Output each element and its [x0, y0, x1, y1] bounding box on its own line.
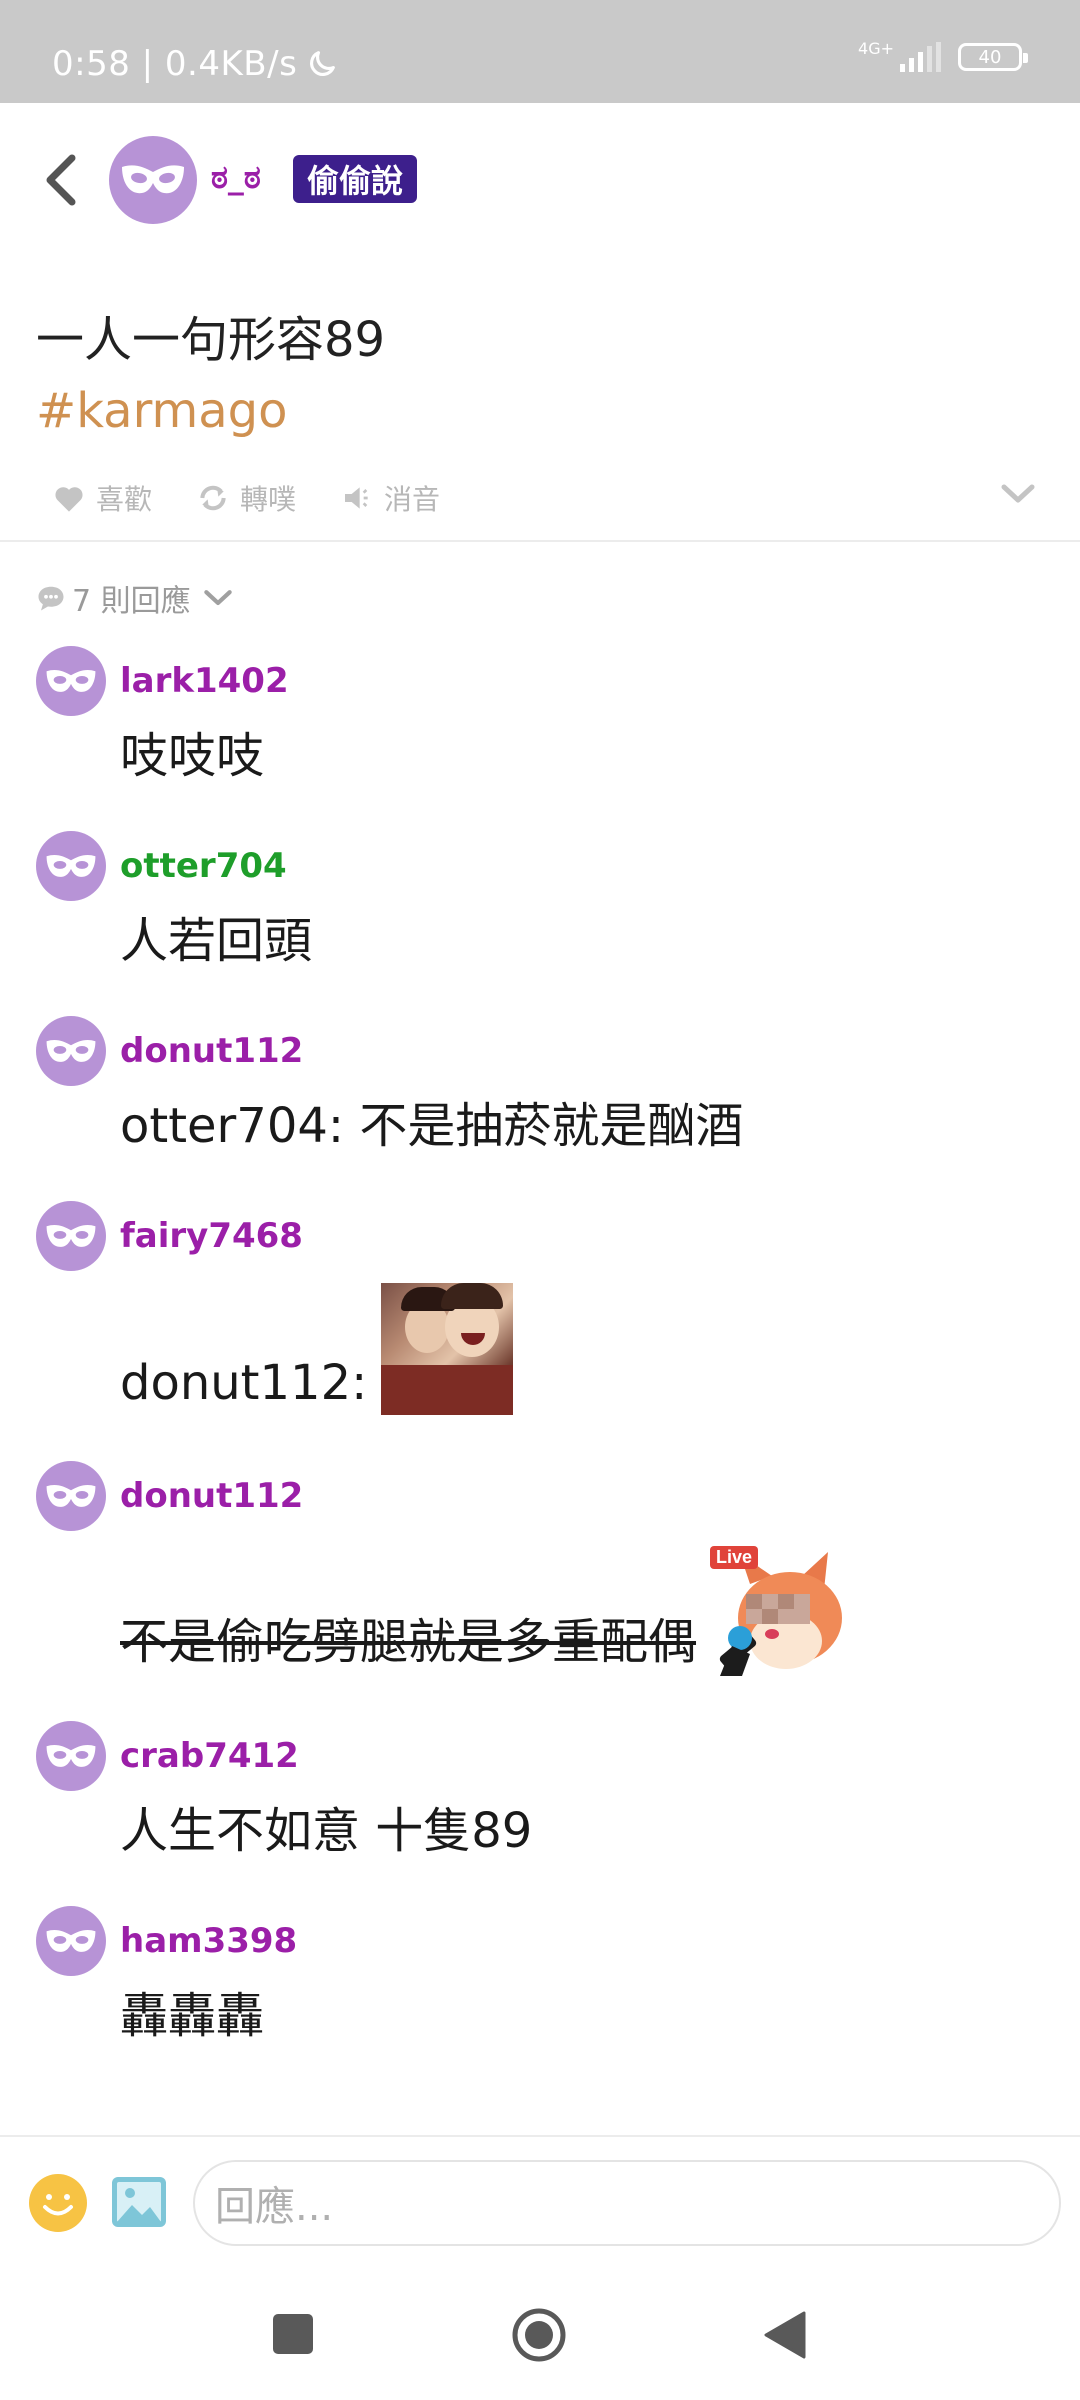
back-icon	[46, 154, 76, 206]
commenter-avatar[interactable]	[36, 1461, 106, 1531]
repeat-icon	[200, 485, 226, 511]
mask-icon	[46, 1039, 96, 1062]
replies-toggle[interactable]: 7 則回應	[36, 576, 239, 620]
battery-level: 40	[978, 46, 1002, 68]
mute-button[interactable]: 消音	[340, 478, 440, 518]
author-avatar[interactable]	[109, 136, 197, 224]
moon-icon	[310, 51, 336, 76]
chevron-down-icon	[1001, 484, 1035, 503]
recents-button[interactable]	[273, 2314, 313, 2354]
live-badge: Live	[710, 1546, 759, 1569]
author-name[interactable]: ಠ_ಠ	[211, 158, 261, 197]
commenter-avatar[interactable]	[36, 1721, 106, 1791]
mask-icon	[46, 1929, 96, 1952]
post-divider	[0, 540, 1080, 542]
comment-text-content: 人若回頭	[120, 913, 313, 969]
home-button[interactable]	[511, 2307, 567, 2367]
heart-icon	[55, 487, 83, 512]
commenter-name[interactable]: ham3398	[120, 1921, 297, 1961]
comment-text-content: 人生不如意 十隻89	[120, 1803, 533, 1859]
post-actions: 喜歡 轉噗 消音	[52, 478, 484, 518]
comment-text: donut112:	[120, 1283, 514, 1415]
mask-icon	[46, 854, 96, 877]
commenter-avatar[interactable]	[36, 831, 106, 901]
comment-text: 吱吱吱	[120, 716, 264, 786]
comment-text: 轟轟轟	[120, 1976, 264, 2046]
commenter-avatar[interactable]	[36, 1906, 106, 1976]
comment-icon	[38, 586, 64, 611]
emoji-button[interactable]	[29, 2174, 87, 2232]
replurk-label: 轉噗	[240, 483, 297, 516]
mask-icon	[46, 1484, 96, 1507]
signal-icon	[900, 42, 941, 72]
comment-text-content: 轟轟轟	[120, 1988, 265, 2044]
reply-placeholder: 回應...	[215, 2184, 334, 2230]
commenter-avatar[interactable]	[36, 646, 106, 716]
replurk-button[interactable]: 轉噗	[196, 478, 296, 518]
commenter-name[interactable]: donut112	[120, 1031, 303, 1071]
commenter-avatar[interactable]	[36, 1016, 106, 1086]
commenter-avatar[interactable]	[36, 1201, 106, 1271]
emoji-icon	[30, 2175, 86, 2231]
network-type: 4G+	[858, 39, 894, 58]
nav-back-icon	[764, 2311, 806, 2359]
composer-divider	[0, 2135, 1080, 2137]
like-label: 喜歡	[96, 483, 153, 516]
commenter-name[interactable]: otter704	[120, 846, 287, 886]
comment-text: otter704: 不是抽菸就是酗酒	[120, 1086, 743, 1156]
mask-icon	[46, 669, 96, 692]
status-icons: 4G+ 40	[858, 39, 1028, 72]
post-hashtag[interactable]: #karmago	[36, 383, 287, 439]
mask-icon	[46, 1224, 96, 1247]
post-menu-button[interactable]	[1000, 483, 1036, 509]
commenter-name[interactable]: lark1402	[120, 661, 289, 701]
mask-icon	[46, 1744, 96, 1767]
status-time-speed: 0:58 | 0.4KB/s	[52, 44, 339, 84]
commenter-name[interactable]: fairy7468	[120, 1216, 303, 1256]
commenter-name[interactable]: donut112	[120, 1476, 303, 1516]
status-time-text: 0:58 | 0.4KB/s	[52, 44, 298, 84]
mask-icon	[122, 165, 184, 194]
speaker-icon	[345, 487, 368, 509]
reply-input[interactable]: 回應...	[193, 2160, 1061, 2246]
image-upload-button[interactable]	[110, 2175, 168, 2233]
like-button[interactable]: 喜歡	[52, 478, 152, 518]
comment-text-content: 不是偷吃劈腿就是多重配偶	[120, 1614, 697, 1670]
chevron-down-icon	[203, 590, 232, 606]
secret-badge: 偷偷說	[293, 155, 418, 203]
image-icon	[112, 2177, 166, 2227]
home-circle-icon	[512, 2308, 566, 2362]
comment-text: 人生不如意 十隻89	[120, 1791, 532, 1861]
mute-label: 消音	[384, 483, 441, 516]
comment-text-content: donut112:	[120, 1355, 368, 1411]
post-content: 一人一句形容89	[36, 312, 386, 368]
battery-indicator: 40	[958, 43, 1028, 71]
status-bar: 0:58 | 0.4KB/s 4G+ 40	[0, 0, 1080, 103]
back-button[interactable]	[30, 150, 90, 210]
replies-count: 7 則回應	[72, 584, 191, 619]
commenter-name[interactable]: crab7412	[120, 1736, 299, 1776]
comment-text-content: 吱吱吱	[120, 728, 265, 784]
nav-back-button[interactable]	[762, 2310, 808, 2364]
comment-text-content: otter704: 不是抽菸就是酗酒	[120, 1098, 744, 1154]
photo-sticker[interactable]	[381, 1283, 514, 1415]
comment-text: 人若回頭	[120, 901, 312, 971]
comment-text: 不是偷吃劈腿就是多重配偶 Live	[120, 1546, 844, 1676]
fox-live-sticker[interactable]: Live	[710, 1546, 844, 1676]
